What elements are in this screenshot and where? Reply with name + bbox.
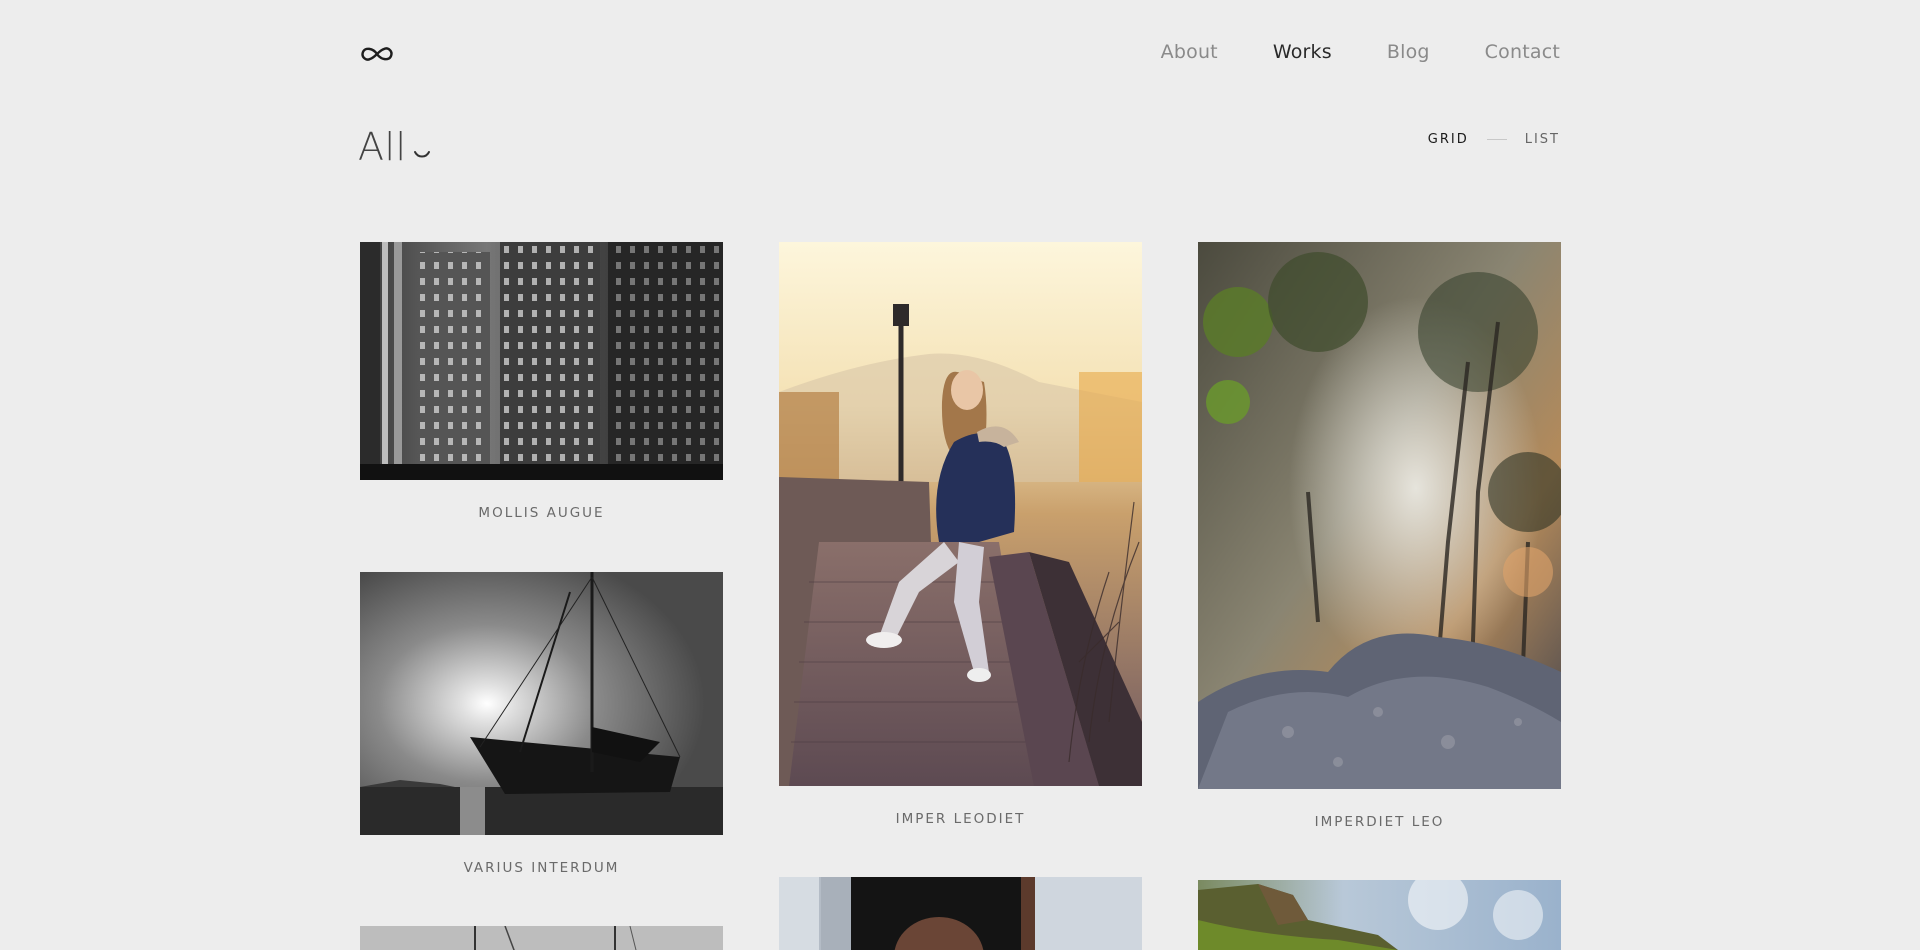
nav-item-blog[interactable]: Blog	[1387, 41, 1430, 63]
toggle-divider	[1486, 139, 1507, 140]
work-thumbnail-sailboat	[360, 572, 723, 835]
work-card[interactable]	[360, 926, 723, 950]
work-caption: MOLLIS AUGUE	[478, 505, 605, 521]
work-thumbnail-harbor	[360, 926, 723, 950]
work-card[interactable]: MOLLIS AUGUE	[360, 242, 723, 521]
work-thumbnail-woman-boardwalk	[779, 242, 1142, 786]
portfolio-page: About Works Blog Contact All GRID LIST M…	[0, 0, 1920, 950]
nav-item-contact[interactable]: Contact	[1485, 41, 1560, 63]
nav-item-about[interactable]: About	[1161, 41, 1218, 63]
work-thumbnail-forest-rock	[1198, 242, 1561, 789]
grid-view-button[interactable]: GRID	[1428, 132, 1469, 147]
work-card[interactable]	[1198, 880, 1561, 950]
view-toggle: GRID LIST	[1428, 132, 1560, 147]
work-card[interactable]: IMPER LEODIET	[779, 242, 1142, 827]
nav-item-works[interactable]: Works	[1273, 41, 1332, 63]
work-card[interactable]	[779, 877, 1142, 950]
list-view-button[interactable]: LIST	[1525, 132, 1560, 147]
work-thumbnail-cliff-landscape	[1198, 880, 1561, 950]
work-card[interactable]: IMPERDIET LEO	[1198, 242, 1561, 830]
work-thumbnail-building	[360, 242, 723, 480]
work-caption: VARIUS INTERDUM	[463, 860, 620, 876]
chevron-down-icon	[413, 151, 430, 158]
work-thumbnail-portrait	[779, 877, 1142, 950]
work-card[interactable]: VARIUS INTERDUM	[360, 572, 723, 876]
infinity-icon[interactable]	[360, 40, 394, 68]
work-caption: IMPERDIET LEO	[1314, 814, 1445, 830]
work-caption: IMPER LEODIET	[895, 811, 1026, 827]
category-filter-label: All	[358, 125, 407, 169]
main-nav: About Works Blog Contact	[1161, 41, 1560, 63]
category-filter-dropdown[interactable]: All	[358, 128, 431, 166]
